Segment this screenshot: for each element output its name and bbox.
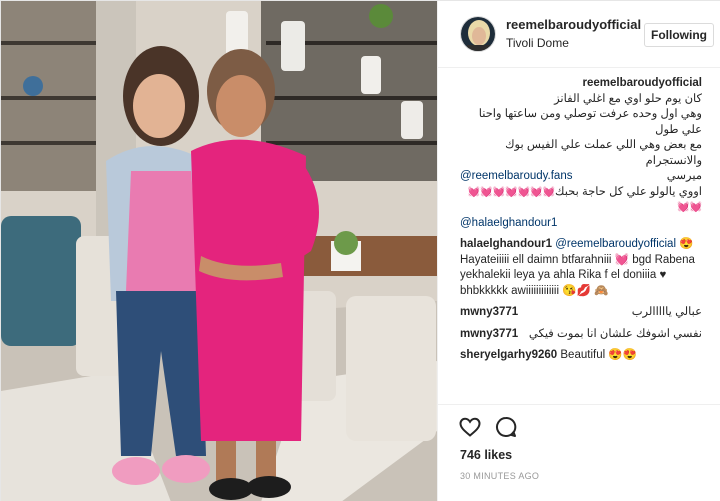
comment-text: نفسي اشوفك علشان انا بموت فيكي [528, 327, 702, 340]
comment-text: عبالي يااااالرب [631, 306, 702, 318]
post-timestamp[interactable]: 30 MINUTES AGO [460, 471, 539, 481]
comment-item: mwny3771 عبالي يااااالرب [460, 305, 702, 321]
comment-text: bhbkkkkk awiiiiiiiiiiiii 😘💋 🙈 [460, 284, 609, 297]
comment-username[interactable]: sheryelgarhy9260 [460, 349, 557, 361]
comment-icon-shape [496, 416, 517, 437]
comment-text: yekhalekii leya ya ahla Rika f el doniii… [460, 269, 667, 281]
caption-mention-fans[interactable]: @reemelbaroudy.fans [460, 169, 572, 185]
caption-text: اووي يالولو علي كل حاجة بحبك [555, 185, 702, 198]
caption-line: ميرسي [666, 170, 702, 182]
caption-mention-row: @reemelbaroudy.fans ميرسي [460, 169, 702, 185]
caption-line: وهي اول وحده عرفت توصلي ومن ساعتها واحنا… [478, 108, 702, 136]
post-caption: reemelbaroudyofficial كان يوم حلو اوي مع… [460, 76, 703, 232]
comment-item: halaelghandour1 @reemelbaroudyofficial 😍… [460, 237, 702, 299]
comment-text: Beautiful 😍😍 [560, 349, 637, 361]
comment-item: mwny3771 نفسي اشوفك علشان انا بموت فيكي [460, 327, 702, 343]
caption-line: اووي يالولو علي كل حاجة بحبك💓💓💓💓💓💓💓💓💓 [460, 185, 703, 216]
post-header: reemelbaroudyofficial Tivoli Dome Follow… [438, 1, 720, 68]
photo-illustration [1, 1, 437, 501]
heart-outline-icon[interactable] [458, 415, 482, 439]
caption-line: مع بعض وهي اللي عملت علي الفيس بوك والان… [505, 139, 702, 167]
caption-username[interactable]: reemelbaroudyofficial [460, 76, 702, 92]
comments-list[interactable]: reemelbaroudyofficial كان يوم حلو اوي مع… [438, 68, 720, 404]
following-button[interactable]: Following [644, 23, 714, 47]
post-location[interactable]: Tivoli Dome [506, 36, 569, 50]
comment-item: sheryelgarhy9260 Beautiful 😍😍 [460, 348, 702, 364]
caption-line: كان يوم حلو اوي مع اغلي الفانز [554, 92, 702, 105]
smiling-heart-eyes-icon: 😍 [679, 238, 694, 250]
avatar-image [461, 17, 495, 51]
post-actions: 746 likes 30 MINUTES AGO [438, 404, 720, 501]
instagram-post: reemelbaroudyofficial Tivoli Dome Follow… [0, 0, 720, 501]
caption-mention-hala[interactable]: @halaelghandour1 [460, 216, 702, 232]
post-photo[interactable] [1, 1, 437, 501]
comment-username[interactable]: mwny3771 [460, 327, 518, 343]
author-username[interactable]: reemelbaroudyofficial [506, 17, 641, 32]
comment-username[interactable]: mwny3771 [460, 305, 518, 321]
author-avatar[interactable] [460, 16, 496, 52]
like-icon-shape [459, 417, 481, 437]
likes-count[interactable]: 746 likes [460, 448, 512, 462]
comment-username[interactable]: halaelghandour1 [460, 238, 552, 250]
comment-text: Hayateiiiii ell daimn btfarahniii 💓 bgd … [460, 253, 695, 266]
comment-mention[interactable]: @reemelbaroudyofficial [555, 238, 676, 250]
post-sidebar: reemelbaroudyofficial Tivoli Dome Follow… [437, 1, 720, 501]
speech-bubble-icon[interactable] [494, 415, 518, 439]
